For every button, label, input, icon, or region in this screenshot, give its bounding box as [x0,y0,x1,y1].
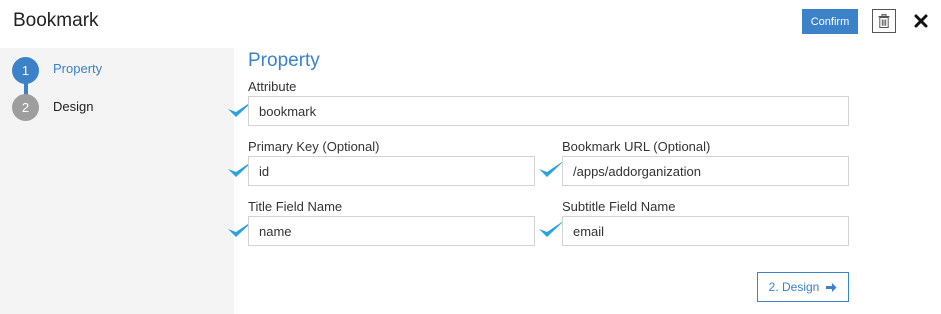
arrow-right-icon [826,282,837,292]
step-label: Property [53,61,103,76]
primary-key-label: Primary Key (Optional) [248,139,380,154]
close-button[interactable] [913,13,929,29]
subtitle-field-input[interactable] [562,216,849,246]
title-field-input[interactable] [248,216,535,246]
attribute-input[interactable] [248,96,849,126]
primary-key-input[interactable] [248,156,535,186]
step-number: 1 [12,57,39,84]
step-property[interactable]: 1 Property [12,57,102,84]
property-form: Property Attribute Primary Key (Optional… [228,48,941,314]
confirm-button[interactable]: Confirm [802,9,858,34]
bookmark-url-input[interactable] [562,156,849,186]
delete-button[interactable] [872,9,896,33]
attribute-label: Attribute [248,79,297,94]
bookmark-url-label: Bookmark URL (Optional) [562,139,711,154]
next-design-button[interactable]: 2. Design [757,272,849,302]
trash-icon [878,14,890,28]
close-icon [914,14,928,28]
step-number: 2 [12,94,39,121]
section-title: Property [248,50,320,71]
modal-header: Bookmark Confirm [0,0,941,44]
step-label: Design [53,99,94,114]
subtitle-field-label: Subtitle Field Name [562,199,676,214]
modal-title: Bookmark [13,10,99,31]
title-field-label: Title Field Name [248,199,343,214]
step-design[interactable]: 2 Design [12,94,93,121]
next-button-label: 2. Design [768,280,820,294]
steps-sidebar: 1 Property 2 Design [0,48,234,314]
